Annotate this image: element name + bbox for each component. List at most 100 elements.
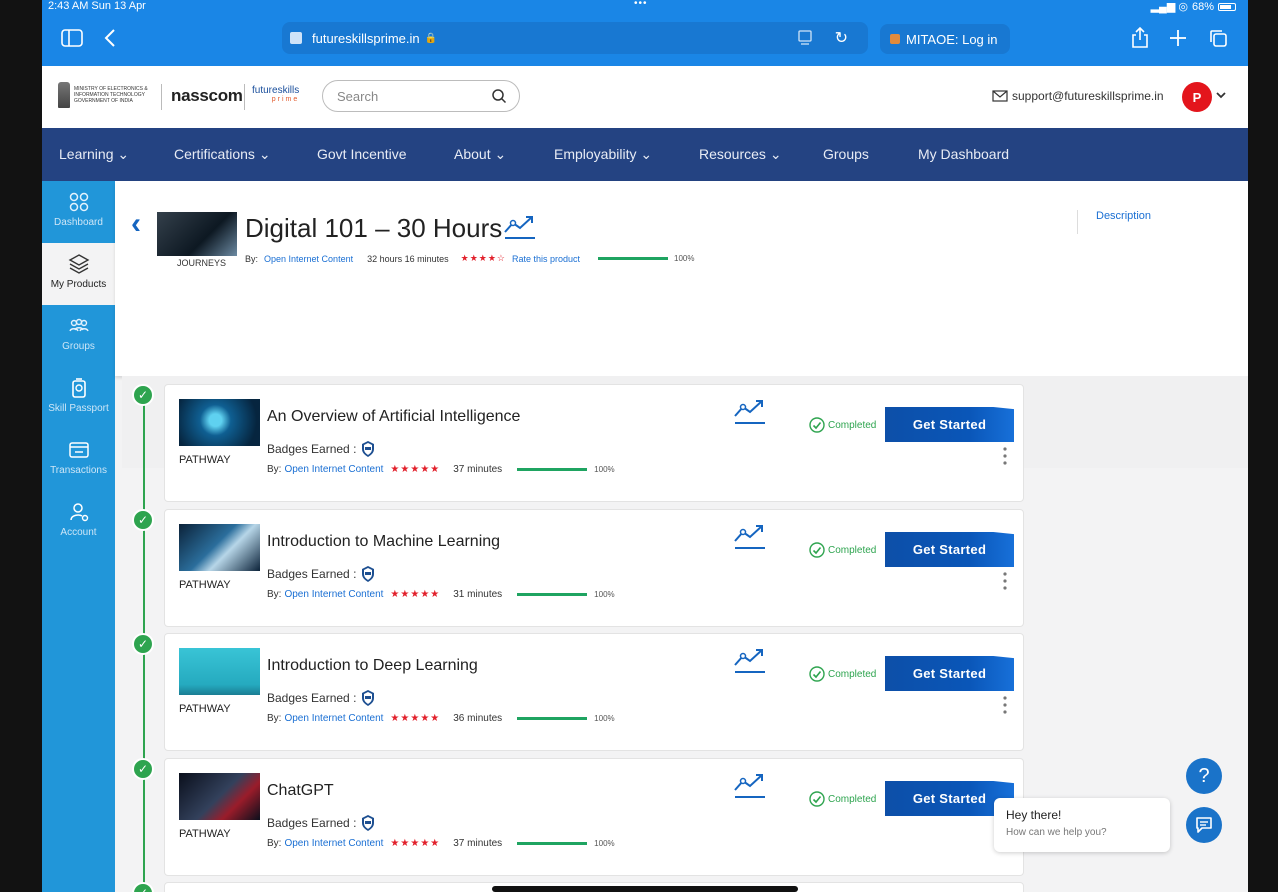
- sidebar-item-groups[interactable]: Groups: [42, 305, 115, 367]
- course-card: PATHWAY ChatGPT Badges Earned : By: Open…: [164, 758, 1024, 876]
- course-meta: By: Open Internet Content ★★★★★ 36 minut…: [267, 713, 615, 724]
- nav-about[interactable]: About ⌄: [454, 146, 506, 163]
- new-tab-icon[interactable]: [1166, 26, 1190, 50]
- course-progress-text: 100%: [594, 839, 615, 848]
- more-options-icon[interactable]: [1003, 447, 1007, 465]
- course-type: PATHWAY: [179, 454, 231, 466]
- support-email-link[interactable]: support@futureskillsprime.in: [992, 89, 1164, 103]
- tabs-overview-icon[interactable]: [1206, 26, 1230, 50]
- get-started-button[interactable]: Get Started: [885, 532, 1014, 567]
- course-type: PATHWAY: [179, 703, 231, 715]
- provider-link[interactable]: Open Internet Content: [284, 589, 383, 600]
- badge-shield-icon[interactable]: [360, 440, 376, 458]
- badges-earned: Badges Earned :: [267, 440, 376, 458]
- sidebar-label: Transactions: [50, 465, 107, 476]
- course-duration: 31 minutes: [453, 589, 503, 600]
- sidebar-item-my-products[interactable]: My Products: [42, 243, 115, 305]
- provider-link[interactable]: Open Internet Content: [284, 464, 383, 475]
- trend-analytics-icon[interactable]: [733, 398, 767, 431]
- course-title[interactable]: ChatGPT: [267, 782, 334, 800]
- provider-link[interactable]: Open Internet Content: [264, 254, 353, 264]
- search-icon[interactable]: [491, 88, 507, 104]
- tab-description[interactable]: Description: [1077, 210, 1151, 234]
- status-right: ▂▄▆ ◎ 68%: [1151, 0, 1236, 13]
- course-title[interactable]: An Overview of Artificial Intelligence: [267, 408, 520, 426]
- by-label: By:: [267, 464, 282, 475]
- completion-status: Completed: [809, 542, 876, 558]
- sidebar-item-skill-passport[interactable]: Skill Passport: [42, 367, 115, 429]
- nav-label: My Dashboard: [918, 146, 1010, 162]
- nasscom-logo[interactable]: nasscom: [171, 86, 243, 106]
- get-started-button[interactable]: Get Started: [885, 407, 1014, 442]
- nav-resources[interactable]: Resources ⌄: [699, 146, 782, 163]
- nav-learning[interactable]: Learning ⌄: [59, 146, 129, 163]
- back-arrow-icon[interactable]: ‹: [131, 207, 141, 241]
- chat-greeting[interactable]: Hey there! How can we help you?: [994, 798, 1170, 852]
- check-circle-icon: [809, 542, 825, 558]
- sidebar-item-transactions[interactable]: Transactions: [42, 429, 115, 491]
- national-emblem-icon: [58, 82, 70, 108]
- fsp-logo-line2: prime: [271, 96, 300, 103]
- course-title[interactable]: Introduction to Machine Learning: [267, 533, 500, 551]
- reader-icon[interactable]: [798, 30, 812, 49]
- badge-shield-icon[interactable]: [360, 689, 376, 707]
- badge-shield-icon[interactable]: [360, 565, 376, 583]
- more-options-icon[interactable]: [1003, 572, 1007, 590]
- course-rating: ★★★★★: [390, 713, 441, 724]
- status-text: Completed: [828, 544, 877, 556]
- provider-link[interactable]: Open Internet Content: [284, 713, 383, 724]
- check-circle-icon: [809, 791, 825, 807]
- nav-govt-incentive[interactable]: Govt Incentive: [317, 146, 407, 162]
- search-input[interactable]: Search: [322, 80, 520, 112]
- course-type: PATHWAY: [179, 828, 231, 840]
- help-button[interactable]: ?: [1186, 758, 1222, 794]
- share-icon[interactable]: [1128, 26, 1152, 50]
- trend-analytics-icon[interactable]: [503, 214, 537, 245]
- product-type: JOURNEYS: [177, 258, 227, 268]
- users-icon: [68, 318, 89, 332]
- nav-groups[interactable]: Groups: [823, 146, 869, 162]
- badge-shield-icon[interactable]: [360, 814, 376, 832]
- meity-logo[interactable]: MINISTRY OF ELECTRONICS & INFORMATION TE…: [58, 82, 156, 108]
- course-meta: By: Open Internet Content ★★★★★ 31 minut…: [267, 589, 615, 600]
- check-icon: ✓: [132, 384, 154, 406]
- check-icon: ✓: [132, 509, 154, 531]
- address-bar[interactable]: futureskillsprime.in 🔒 ↻: [282, 22, 868, 54]
- sidebar-item-account[interactable]: Account: [42, 491, 115, 553]
- sidebar-label: Dashboard: [54, 217, 103, 228]
- site-header: MINISTRY OF ELECTRONICS & INFORMATION TE…: [42, 66, 1248, 128]
- user-avatar[interactable]: P: [1182, 82, 1212, 112]
- course-rating: ★★★★★: [390, 838, 441, 849]
- account-settings-icon: [69, 503, 88, 522]
- trend-analytics-icon[interactable]: [733, 772, 767, 805]
- nav-employability[interactable]: Employability ⌄: [554, 146, 652, 163]
- trend-analytics-icon[interactable]: [733, 647, 767, 680]
- provider-link[interactable]: Open Internet Content: [284, 838, 383, 849]
- chevron-down-icon: ⌄: [640, 146, 653, 162]
- check-icon: ✓: [132, 633, 154, 655]
- tab-mitaoe[interactable]: MITAOE: Log in: [880, 24, 1010, 54]
- nav-my-dashboard[interactable]: My Dashboard: [918, 146, 1009, 162]
- browser-toolbar: 2:43 AM Sun 13 Apr ••• ▂▄▆ ◎ 68% futures…: [42, 0, 1248, 66]
- rate-product-link[interactable]: Rate this product: [512, 254, 580, 264]
- back-chevron-icon[interactable]: [98, 26, 122, 50]
- trend-analytics-icon[interactable]: [733, 523, 767, 556]
- sidebar-toggle-icon[interactable]: [60, 26, 84, 50]
- chevron-down-icon[interactable]: [1216, 88, 1226, 102]
- product-header: ‹ JOURNEYS Digital 101 – 30 Hours By: Op…: [115, 181, 1248, 376]
- sidebar-item-dashboard[interactable]: Dashboard: [42, 181, 115, 243]
- nav-label: Groups: [823, 146, 869, 162]
- nav-label: Employability: [554, 146, 637, 162]
- home-indicator[interactable]: [492, 886, 798, 892]
- passport-icon: [71, 378, 86, 398]
- reload-icon[interactable]: ↻: [835, 28, 848, 48]
- futureskills-prime-logo[interactable]: futureskills prime: [252, 86, 299, 104]
- course-title[interactable]: Introduction to Deep Learning: [267, 657, 478, 675]
- badges-label: Badges Earned :: [267, 567, 357, 581]
- more-options-icon[interactable]: [1003, 696, 1007, 714]
- multitasking-dots[interactable]: •••: [634, 0, 648, 9]
- status-bar: 2:43 AM Sun 13 Apr ••• ▂▄▆ ◎ 68%: [42, 0, 1248, 14]
- nav-certifications[interactable]: Certifications ⌄: [174, 146, 271, 163]
- get-started-button[interactable]: Get Started: [885, 656, 1014, 691]
- chat-button[interactable]: [1186, 807, 1222, 843]
